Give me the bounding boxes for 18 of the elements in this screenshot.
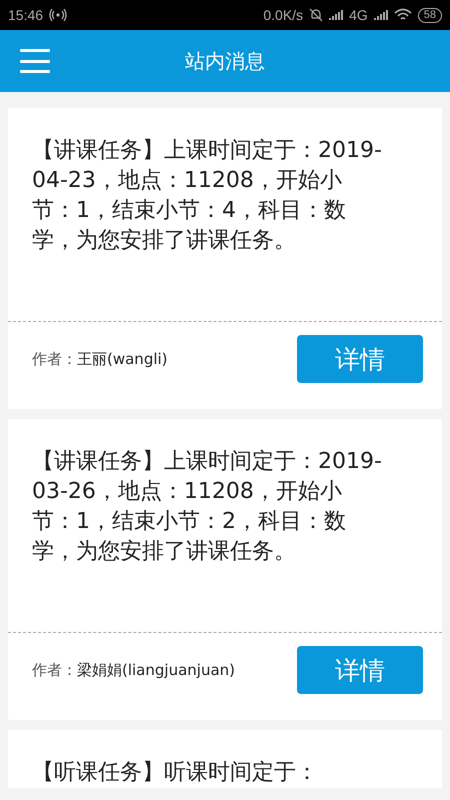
author-text: 作者：梁娟娟(liangjuanjuan): [32, 660, 236, 680]
message-text: 【讲课任务】上课时间定于：2019-03-26，地点：11208，开始小节：1，结束小节：2，科目：数学，为您安排了讲课任务。: [31, 448, 383, 566]
mute-bell-icon: [309, 8, 324, 22]
details-button[interactable]: 详情: [297, 335, 423, 383]
signal-icon: [329, 9, 344, 21]
network-type: 4G: [349, 7, 368, 23]
clock: 15:46: [8, 7, 44, 23]
page-title: 站内消息: [185, 48, 265, 74]
details-button[interactable]: 详情: [297, 646, 423, 694]
author-text: 作者：王丽(wangli): [32, 350, 168, 368]
network-speed: 0.0K/s: [263, 7, 304, 23]
message-text: 【讲课任务】上课时间定于：2019-04-23，地点：11208，开始小节：1，结束小节：4，科目：数学，为您安排了讲课任务。: [31, 137, 383, 255]
signal-icon: [374, 9, 388, 21]
message-text: 【听课任务】听课时间定于：: [31, 759, 319, 787]
wifi-icon: [394, 8, 412, 22]
hotspot-icon: [49, 9, 68, 21]
menu-icon[interactable]: [20, 49, 50, 73]
battery-indicator: 58: [418, 8, 442, 22]
